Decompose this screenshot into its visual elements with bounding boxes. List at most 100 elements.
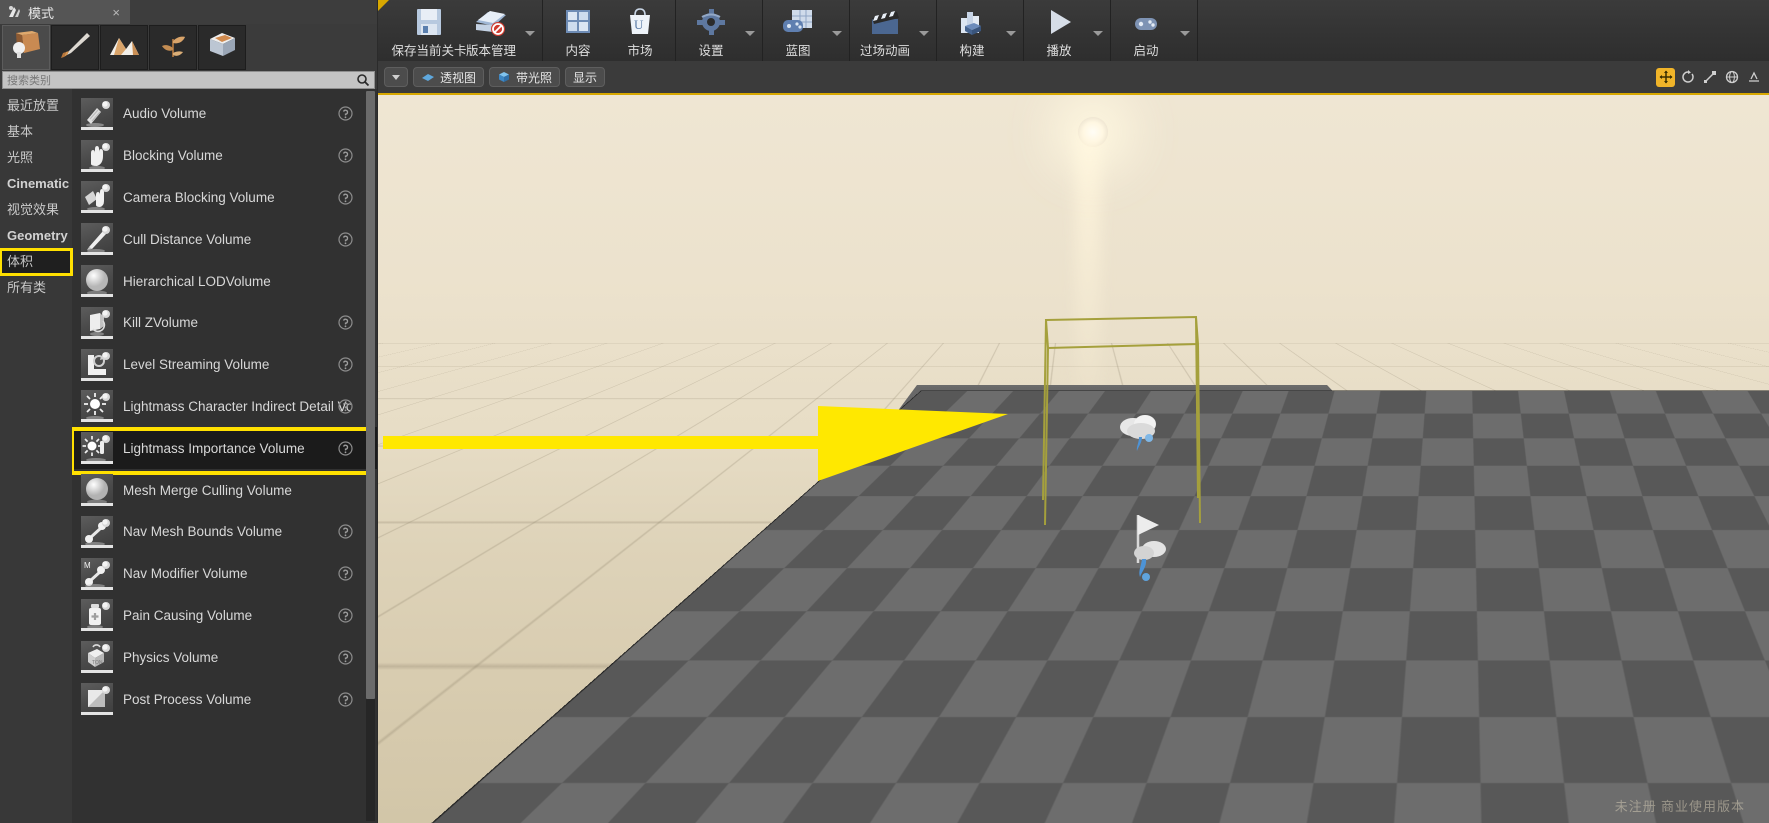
volume-label: Nav Mesh Bounds Volume	[123, 524, 283, 540]
volume-list-item[interactable]: Nav Mesh Bounds Volume	[72, 511, 377, 553]
toolbar-dropdown-arrow[interactable]	[1003, 0, 1019, 61]
help-icon[interactable]	[338, 148, 353, 163]
close-icon[interactable]: ×	[108, 5, 124, 20]
toolbar-button-label: 构建	[959, 44, 985, 58]
toolbar-dropdown-arrow[interactable]	[916, 0, 932, 61]
volume-list-item[interactable]: Lightmass Importance Volume	[72, 427, 377, 476]
volume-list-item[interactable]: TON Physics Volume	[72, 636, 377, 678]
viewport-lit-button[interactable]: 带光照	[489, 67, 561, 87]
volume-list-item[interactable]: M Nav Modifier Volume	[72, 553, 377, 595]
place-mode-button[interactable]	[2, 25, 50, 70]
cloud-actor[interactable]	[1113, 405, 1167, 462]
modes-icon	[6, 4, 22, 20]
help-icon[interactable]	[338, 357, 353, 372]
level-streaming-icon	[81, 348, 113, 381]
rotate-gizmo-icon[interactable]	[1678, 68, 1697, 87]
build-icon	[953, 6, 991, 38]
toolbar-group-0: 保存当前关卡 版本管理	[392, 0, 543, 61]
volume-list-item[interactable]: Level Streaming Volume	[72, 344, 377, 386]
level-viewport: 透视图 带光照 显示 未注册 商业使用版本	[378, 61, 1769, 823]
help-icon[interactable]	[338, 106, 353, 121]
hlod-sphere-icon	[81, 265, 113, 298]
toolbar-dropdown-arrow[interactable]	[1090, 0, 1106, 61]
geometry-mode-button[interactable]	[198, 25, 246, 70]
toolbar-dropdown-arrow[interactable]	[522, 0, 538, 61]
3d-scene[interactable]: 未注册 商业使用版本	[378, 95, 1769, 823]
volume-list-item[interactable]: Mesh Merge Culling Volume	[72, 469, 377, 511]
category-item-7[interactable]: 所有类	[0, 275, 72, 301]
category-item-6[interactable]: 体积	[0, 248, 73, 276]
toolbar-group-6: 播放	[1024, 0, 1111, 61]
toolbar-dropdown-arrow[interactable]	[1177, 0, 1193, 61]
toolbar-dropdown-arrow[interactable]	[742, 0, 758, 61]
translate-gizmo-icon[interactable]	[1656, 67, 1675, 87]
toolbar-button-启动[interactable]: 启动	[1115, 0, 1177, 61]
lightmass-char-icon	[81, 390, 113, 423]
search-input[interactable]: 搜索类别	[2, 71, 375, 89]
help-icon[interactable]	[338, 524, 353, 539]
toolbar-button-设置[interactable]: 设置	[680, 0, 742, 61]
toolbar-button-播放[interactable]: 播放	[1028, 0, 1090, 61]
viewport-watermark: 未注册 商业使用版本	[1614, 799, 1745, 814]
toolbar-button-构建[interactable]: 构建	[941, 0, 1003, 61]
toolbar-button-label: 保存当前关卡	[391, 44, 467, 58]
viewport-show-button[interactable]: 显示	[565, 67, 606, 87]
volume-list-item[interactable]: Lightmass Character Indirect Detail Volu…	[72, 386, 377, 428]
toolbar-button-版本管理[interactable]: 版本管理	[460, 0, 522, 61]
surface-snap-icon[interactable]	[1744, 68, 1763, 87]
volume-label: Lightmass Importance Volume	[123, 440, 305, 456]
volume-list-item[interactable]: Blocking Volume	[72, 135, 377, 177]
panel-body: 最近放置基本 光照 Cinematic 视觉效果 Geometry 体积 所有类 Audio…	[0, 89, 377, 823]
category-item-5[interactable]: Geometry	[0, 223, 72, 249]
volume-list-item[interactable]: Cull Distance Volume	[72, 218, 377, 260]
svg-text:M: M	[84, 561, 91, 570]
category-item-4[interactable]: 视觉效果	[0, 197, 72, 223]
landscape-mode-button[interactable]	[100, 25, 148, 70]
category-label: 最近放置	[7, 98, 60, 113]
toolbar-button-蓝图[interactable]: 蓝图	[767, 0, 829, 61]
scale-gizmo-icon[interactable]	[1700, 68, 1719, 87]
category-item-2[interactable]: 光照	[0, 145, 72, 171]
kill-z-icon	[81, 306, 113, 339]
help-icon[interactable]	[338, 650, 353, 665]
help-icon[interactable]	[338, 399, 353, 414]
list-scrollbar-track[interactable]	[366, 91, 375, 821]
list-scrollbar-thumb[interactable]	[366, 91, 375, 699]
category-item-3[interactable]: Cinematic	[0, 171, 72, 197]
tab-modes[interactable]: 模式 ×	[0, 0, 130, 24]
toolbar-button-保存当前关卡[interactable]: 保存当前关卡	[392, 0, 467, 61]
category-item-0[interactable]: 最近放置	[0, 93, 72, 119]
world-space-icon[interactable]	[1722, 68, 1741, 87]
help-icon[interactable]	[338, 232, 353, 247]
viewport-perspective-button[interactable]: 透视图	[413, 67, 485, 87]
foliage-mode-button[interactable]	[149, 25, 197, 70]
help-icon[interactable]	[338, 315, 353, 330]
viewport-perspective-label: 透视图	[440, 70, 477, 85]
toolbar-button-内容[interactable]: 内容	[547, 0, 609, 61]
category-item-1[interactable]: 基本	[0, 119, 72, 145]
help-icon[interactable]	[338, 566, 353, 581]
volume-list-item[interactable]: Pain Causing Volume	[72, 595, 377, 637]
cull-distance-icon	[81, 223, 113, 256]
toolbar-button-label: 启动	[1133, 44, 1159, 58]
volume-list-item[interactable]: Audio Volume	[72, 93, 377, 135]
help-icon[interactable]	[338, 190, 353, 205]
help-icon[interactable]	[338, 691, 353, 707]
landscape-icon	[106, 29, 142, 66]
volume-list-item[interactable]: Post Process Volume	[72, 678, 377, 720]
volume-list-item[interactable]: Kill ZVolume	[72, 302, 377, 344]
volume-label: Mesh Merge Culling Volume	[123, 482, 292, 498]
flag-actor[interactable]	[1116, 505, 1176, 590]
toolbar-button-市场[interactable]: U 市场	[609, 0, 671, 61]
viewport-options-button[interactable]	[384, 67, 408, 87]
audio-volume-icon	[81, 97, 113, 130]
volume-list-item[interactable]: Hierarchical LODVolume	[72, 260, 377, 302]
search-icon[interactable]	[356, 73, 370, 87]
help-icon[interactable]	[338, 608, 353, 623]
toolbar-button-过场动画[interactable]: 过场动画	[854, 0, 916, 61]
volume-list-item[interactable]: Camera Blocking Volume	[72, 177, 377, 219]
help-icon[interactable]	[338, 441, 353, 456]
paint-mode-button[interactable]	[51, 25, 99, 70]
toolbar-dropdown-arrow[interactable]	[829, 0, 845, 61]
blocking-volume-icon	[81, 139, 113, 172]
